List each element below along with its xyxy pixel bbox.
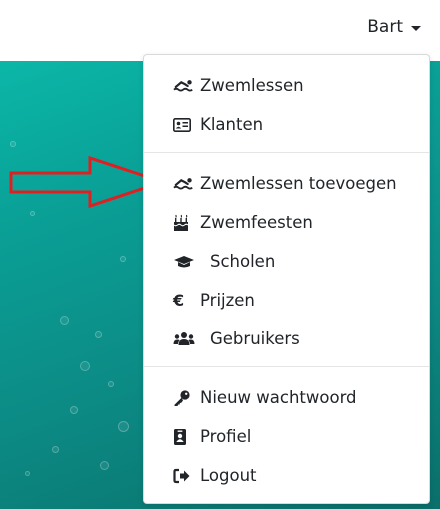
menu-item-label: Logout — [200, 466, 257, 485]
euro-icon: € — [173, 290, 185, 310]
sign-out-icon — [173, 467, 195, 485]
bubble-decoration — [52, 446, 59, 453]
user-menu-toggle[interactable]: Bart — [367, 14, 421, 40]
id-card-icon — [173, 116, 195, 134]
menu-item-label: Zwemlessen — [200, 76, 304, 95]
bubble-decoration — [30, 211, 35, 216]
menu-item-gebruikers[interactable]: Gebruikers — [144, 319, 429, 358]
menu-item-label: Gebruikers — [210, 329, 300, 348]
menu-divider — [144, 366, 429, 367]
bubble-decoration — [60, 316, 69, 325]
id-badge-icon — [173, 428, 195, 446]
menu-item-label: Zwemfeesten — [200, 213, 313, 232]
key-icon — [173, 389, 195, 407]
menu-item-label: Prijzen — [200, 291, 255, 310]
menu-item-zwemlessen[interactable]: Zwemlessen — [144, 66, 429, 105]
menu-item-label: Klanten — [200, 115, 264, 134]
bubble-decoration — [70, 406, 78, 414]
users-icon — [173, 330, 205, 348]
bubble-decoration — [100, 461, 109, 470]
bubble-decoration — [120, 256, 126, 262]
menu-item-label: Nieuw wachtwoord — [200, 388, 357, 407]
bubble-decoration — [95, 331, 102, 338]
menu-item-label: Scholen — [210, 252, 276, 271]
menu-item-prijzen[interactable]: € Prijzen — [144, 281, 429, 320]
menu-item-zwemlessen-toevoegen[interactable]: Zwemlessen toevoegen — [144, 164, 429, 203]
top-navbar: Bart — [0, 0, 440, 61]
swimmer-icon — [173, 175, 195, 193]
menu-divider — [144, 152, 429, 153]
birthday-cake-icon — [173, 214, 195, 232]
user-dropdown-menu: Zwemlessen Klanten Zwemlessen toevoegen Zwe… — [143, 54, 430, 504]
bubble-decoration — [25, 471, 30, 476]
menu-item-logout[interactable]: Logout — [144, 456, 429, 495]
menu-item-profiel[interactable]: Profiel — [144, 417, 429, 456]
menu-item-scholen[interactable]: Scholen — [144, 242, 429, 281]
menu-item-nieuw-wachtwoord[interactable]: Nieuw wachtwoord — [144, 378, 429, 417]
bubble-decoration — [10, 141, 16, 147]
caret-down-icon — [411, 25, 421, 31]
user-name: Bart — [367, 17, 403, 37]
menu-item-zwemfeesten[interactable]: Zwemfeesten — [144, 203, 429, 242]
menu-item-label: Zwemlessen toevoegen — [200, 174, 397, 193]
bubble-decoration — [108, 381, 114, 387]
swimmer-icon — [173, 77, 195, 95]
graduation-cap-icon — [173, 253, 205, 271]
menu-item-klanten[interactable]: Klanten — [144, 105, 429, 144]
bubble-decoration — [80, 361, 90, 371]
menu-item-label: Profiel — [200, 427, 252, 446]
bubble-decoration — [118, 421, 129, 432]
